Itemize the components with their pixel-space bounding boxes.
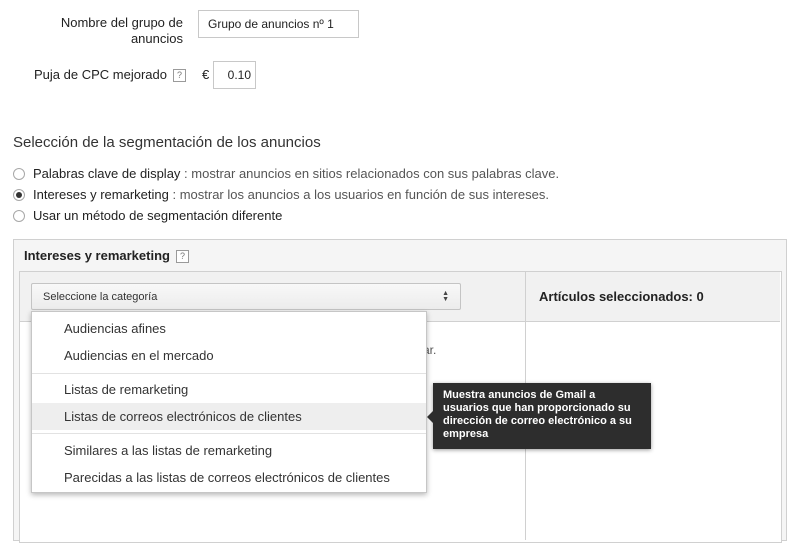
- targeting-option-interests-remarketing[interactable]: Intereses y remarketing : mostrar los an…: [13, 187, 549, 203]
- dropdown-item-remarketing-lists[interactable]: Listas de remarketing: [32, 376, 426, 403]
- cpc-help-icon[interactable]: ?: [173, 69, 186, 82]
- option-description: : mostrar anuncios en sitios relacionado…: [184, 166, 560, 181]
- dropdown-item-similar-remarketing[interactable]: Similares a las listas de remarketing: [32, 437, 426, 464]
- radio-interests-remarketing[interactable]: [13, 189, 25, 201]
- tooltip-text: Muestra anuncios de Gmail a usuarios que…: [443, 389, 632, 440]
- cpc-bid-label: Puja de CPC mejorado: [34, 67, 167, 82]
- targeting-section-title: Selección de la segmentación de los anun…: [13, 134, 321, 151]
- targeting-option-different-method[interactable]: Usar un método de segmentación diferente: [13, 208, 282, 224]
- dropdown-separator: [32, 373, 426, 374]
- panel-title: Intereses y remarketing: [24, 248, 170, 263]
- cpc-bid-input[interactable]: [213, 61, 256, 89]
- group-name-label: Nombre del grupo de anuncios: [60, 15, 183, 46]
- option-description: : mostrar los anuncios a los usuarios en…: [172, 187, 549, 202]
- option-label: Usar un método de segmentación diferente: [33, 208, 283, 223]
- dropdown-item-customer-email-lists[interactable]: Listas de correos electrónicos de client…: [32, 403, 426, 430]
- dropdown-item-affinity[interactable]: Audiencias afines: [32, 315, 426, 342]
- category-dropdown-menu: Audiencias afines Audiencias en el merca…: [31, 311, 427, 493]
- group-name-input[interactable]: [198, 10, 359, 38]
- option-label: Intereses y remarketing: [33, 187, 169, 202]
- option-label: Palabras clave de display: [33, 166, 181, 181]
- radio-different-method[interactable]: [13, 210, 25, 222]
- dropdown-item-similar-customer-email[interactable]: Parecidas a las listas de correos electr…: [32, 464, 426, 491]
- dropdown-separator: [32, 433, 426, 434]
- currency-symbol: €: [202, 67, 210, 82]
- radio-display-keywords[interactable]: [13, 168, 25, 180]
- selected-items-count: Artículos seleccionados: 0: [539, 289, 704, 304]
- category-select-label: Seleccione la categoría: [43, 291, 158, 303]
- panel-help-icon[interactable]: ?: [176, 250, 189, 263]
- category-select[interactable]: Seleccione la categoría ▲ ▼: [31, 283, 461, 310]
- targeting-option-display-keywords[interactable]: Palabras clave de display : mostrar anun…: [13, 166, 559, 182]
- dropdown-item-in-market[interactable]: Audiencias en el mercado: [32, 342, 426, 369]
- select-arrows-icon: ▲ ▼: [442, 290, 449, 303]
- category-tooltip: Muestra anuncios de Gmail a usuarios que…: [427, 383, 651, 449]
